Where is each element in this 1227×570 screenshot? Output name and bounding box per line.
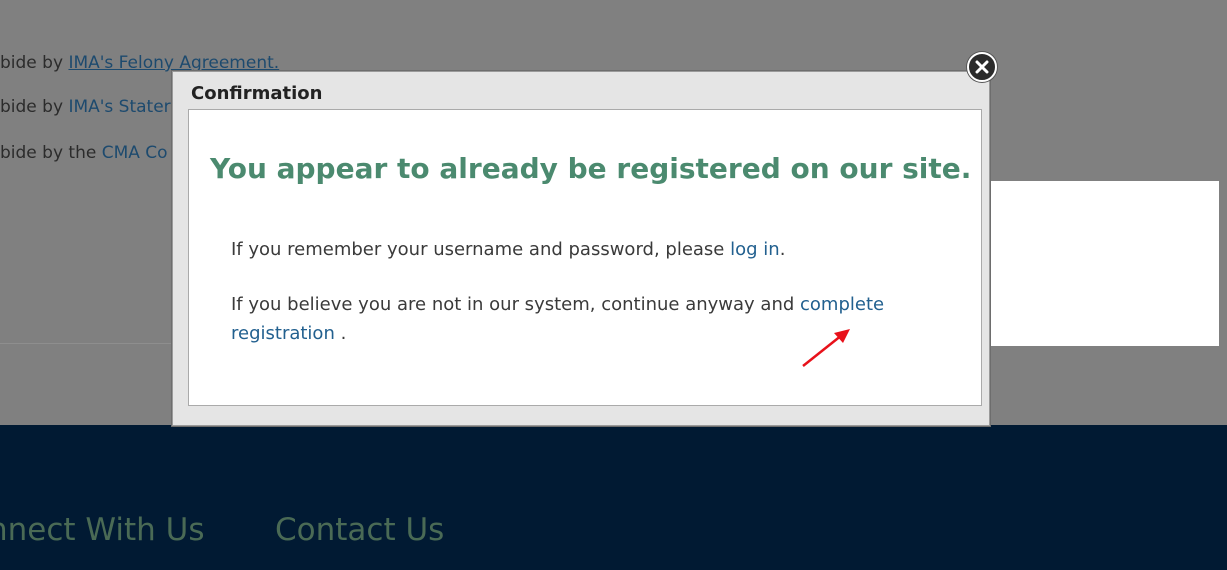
dialog-title: Confirmation (191, 83, 323, 104)
annotation-arrow-icon (802, 329, 850, 367)
footer-link-contact[interactable]: Contact Us (275, 512, 444, 548)
close-button[interactable] (967, 52, 997, 82)
background-text-line: bide by the CMA Co (0, 143, 168, 163)
background-link[interactable]: IMA's Felony Agreement. (68, 53, 279, 73)
confirmation-dialog: Confirmation You appear to already be re… (172, 71, 990, 426)
dialog-body: You appear to already be registered on o… (188, 109, 982, 406)
dialog-headline: You appear to already be registered on o… (210, 152, 972, 185)
close-icon (975, 60, 989, 74)
background-divider (0, 343, 180, 344)
blank-panel (991, 181, 1219, 346)
background-text-line: bide by IMA's Stater (0, 97, 171, 117)
login-paragraph: If you remember your username and passwo… (231, 239, 786, 260)
login-link[interactable]: log in (730, 239, 780, 260)
background-link[interactable]: CMA Co (102, 143, 168, 163)
background-text-line: bide by IMA's Felony Agreement. (0, 53, 280, 73)
background-link[interactable]: IMA's Stater (68, 97, 170, 117)
footer-link-connect[interactable]: nnect With Us (0, 512, 205, 548)
footer (0, 425, 1227, 570)
